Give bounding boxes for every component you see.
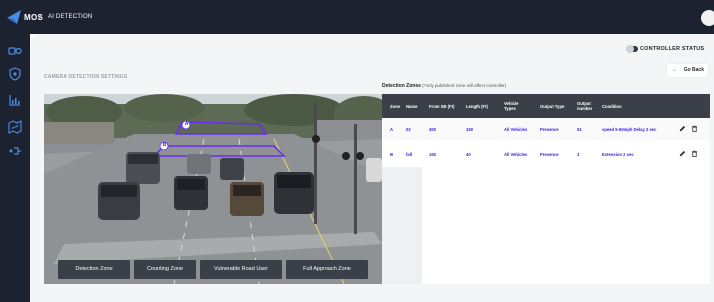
breadcrumb-separator: / [39,13,42,22]
breadcrumb[interactable]: AI DETECTION [48,14,92,20]
cell-output-type: Presence [540,151,559,157]
table-side-strip [382,167,422,284]
map-route-icon[interactable] [8,120,22,134]
zone-marker-a[interactable]: A [183,121,190,127]
camera-settings-title: CAMERA DETECTION SETTINGS [44,74,128,80]
controller-status-label: CONTROLLER STATUS [640,46,705,52]
column-from-sb: From SB (Ft) [429,103,455,109]
column-output-type: Output Type [540,103,565,109]
cell-output-number: 51 [577,126,582,132]
sidebar [0,34,30,302]
controller-status-toggle[interactable] [626,45,638,53]
cell-output-number: 3 [577,151,580,157]
cell-zone: B [390,151,394,157]
avatar[interactable] [701,10,714,26]
go-back-button[interactable]: ← Go Back [667,64,708,77]
column-name: Name [406,103,418,109]
full-approach-zone-button[interactable]: Full Approach Zone [286,260,368,279]
counting-zone-button[interactable]: Counting Zone [134,260,196,279]
shield-icon[interactable] [8,67,22,81]
camera-scene [44,94,382,284]
trash-icon[interactable] [691,150,698,157]
top-bar: MOS / AI DETECTION [0,0,714,34]
column-output-number: Output number [577,101,593,111]
cell-vehicle-types: All Vehicles [504,126,528,132]
cell-condition: speed 5-60mph Delay 2 sec [602,126,657,132]
camera-tracking-icon[interactable] [8,44,22,58]
column-zone: Zone [390,103,401,109]
signal-icon[interactable] [8,144,22,158]
trash-icon[interactable] [691,125,698,132]
cell-name: 02 [406,126,411,132]
detection-zones-table: Zone Name From SB (Ft) Length (Ft) Vehic… [382,94,710,284]
cell-from-sb: 300 [429,126,436,132]
cell-length: 40 [466,151,471,157]
table-row[interactable]: B fall 150 40 All Vehicles Presence 3 Ex… [382,143,710,165]
column-length: Length (Ft) [466,103,488,109]
table-row[interactable]: A 02 300 150 All Vehicles Presence 51 sp… [382,118,710,140]
edit-icon[interactable] [679,125,686,132]
cell-length: 150 [466,126,473,132]
table-header: Zone Name From SB (Ft) Length (Ft) Vehic… [382,94,710,118]
detection-zones-title: Detection Zones (*only published zone wi… [382,83,506,89]
cell-name: fall [406,151,413,157]
go-back-label: Go Back [683,67,704,73]
column-vehicle-types: Vehicle Types [504,101,519,111]
arrow-left-icon: ← [672,67,678,73]
cell-vehicle-types: All Vehicles [504,151,528,157]
edit-icon[interactable] [679,150,686,157]
cell-zone: A [390,126,394,132]
cell-condition: Extension 2 sec [602,151,634,157]
detection-zones-note: (*only published zone will affect contro… [422,83,507,88]
cell-from-sb: 150 [429,151,436,157]
zone-marker-b[interactable]: B [161,142,168,148]
detection-zone-button[interactable]: Detection Zone [58,260,130,279]
camera-feed[interactable]: A B [44,94,382,284]
column-condition: Condition [602,103,622,109]
bar-chart-icon[interactable] [8,93,22,107]
vulnerable-road-user-button[interactable]: Vulnerable Road User [200,260,282,279]
detection-zones-heading: Detection Zones [382,83,421,89]
cell-output-type: Presence [540,126,559,132]
logo-icon [7,10,21,24]
